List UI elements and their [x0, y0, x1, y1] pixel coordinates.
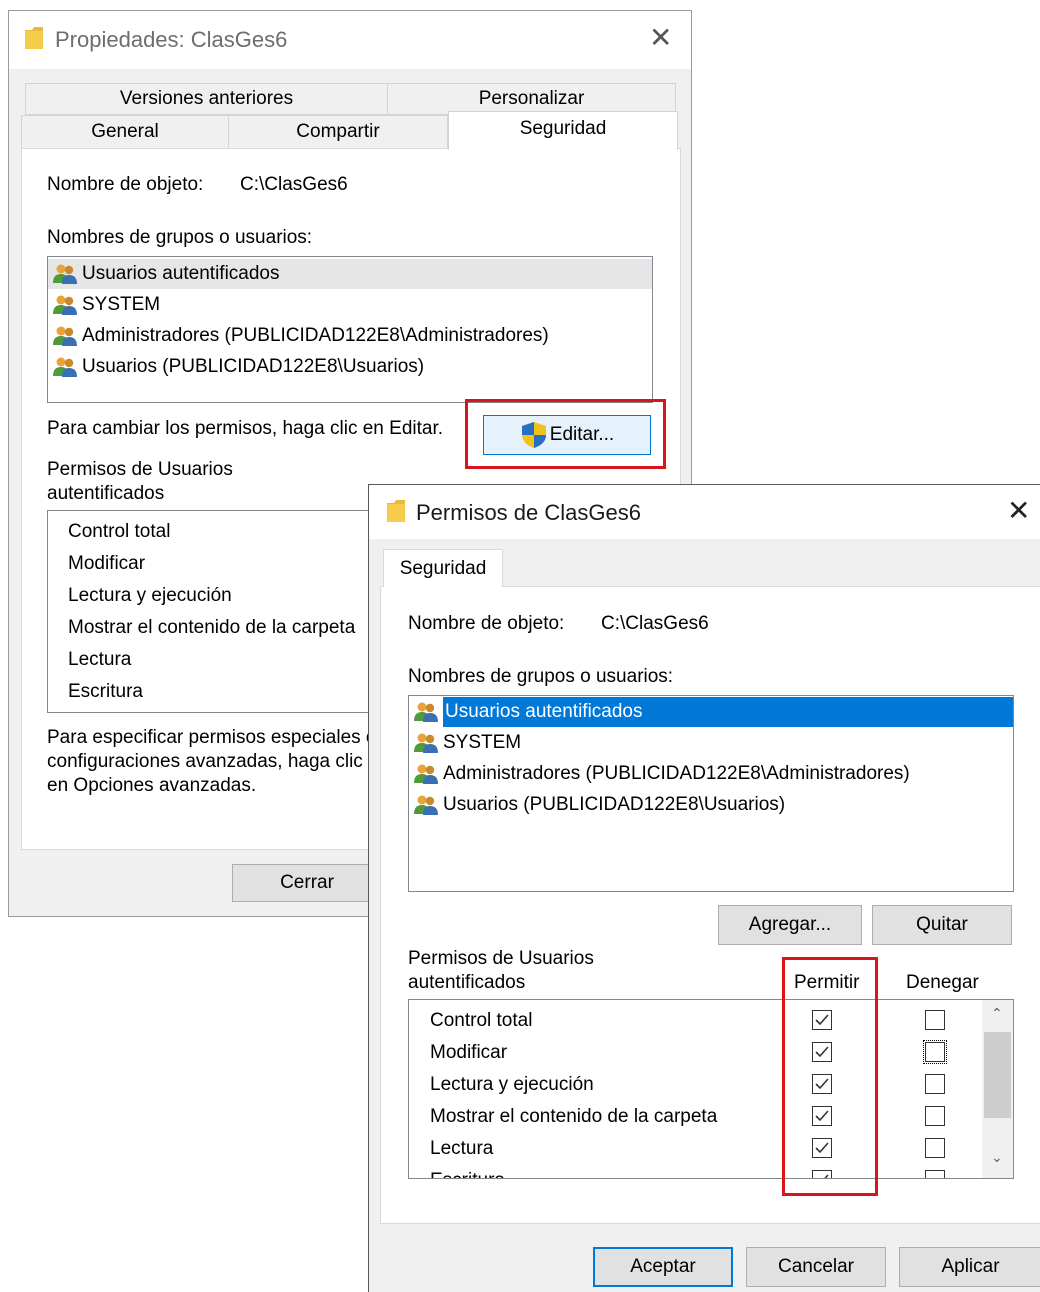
properties-titlebar: Propiedades: ClasGes6 ✕: [9, 11, 691, 69]
permissions-window: Permisos de ClasGes6 ✕ Seguridad Nombre …: [368, 484, 1040, 1292]
list-item[interactable]: SYSTEM: [52, 290, 652, 320]
deny-checkbox[interactable]: [925, 1170, 945, 1178]
ok-button[interactable]: Aceptar: [593, 1247, 733, 1287]
list-item[interactable]: SYSTEM: [413, 728, 1013, 758]
object-name-label: Nombre de objeto:: [47, 174, 204, 195]
permissions-label-line1: Permisos de Usuarios: [47, 459, 233, 480]
users-icon: [414, 702, 438, 722]
deny-checkbox[interactable]: [925, 1106, 945, 1126]
cancel-button[interactable]: Cancelar: [746, 1247, 886, 1287]
object-name-label: Nombre de objeto:: [408, 613, 565, 634]
users-icon: [414, 795, 438, 815]
scroll-thumb[interactable]: [984, 1032, 1011, 1118]
close-icon[interactable]: ✕: [1007, 497, 1030, 525]
permission-mostrar-contenido: Mostrar el contenido de la carpeta: [430, 1106, 718, 1127]
permission-lectura-ejecucion: Lectura y ejecución: [430, 1074, 594, 1095]
permissions-label-line2: autentificados: [47, 483, 165, 504]
permissions-label-line2: autentificados: [408, 972, 526, 993]
scroll-up-icon[interactable]: ⌃: [991, 1006, 1003, 1022]
window-title: Propiedades: ClasGes6: [55, 27, 288, 52]
list-item[interactable]: Usuarios autentificados: [48, 259, 652, 289]
tab-versiones-anteriores[interactable]: Versiones anteriores: [25, 83, 388, 115]
permissions-scrollbar[interactable]: ⌃ ⌄: [982, 1000, 1013, 1178]
object-name-value: C:\ClasGes6: [240, 174, 348, 195]
permission-lectura: Lectura: [68, 649, 132, 670]
list-item-selected[interactable]: Usuarios autentificados: [413, 697, 1013, 727]
tab-seguridad[interactable]: Seguridad: [383, 549, 503, 587]
users-icon: [53, 264, 77, 284]
users-icon: [53, 295, 77, 315]
list-item[interactable]: Administradores (PUBLICIDAD122E8\Adminis…: [52, 321, 652, 351]
special-perms-line1: Para especificar permisos especiales o: [47, 727, 377, 748]
tab-general[interactable]: General: [21, 115, 229, 149]
close-button[interactable]: Cerrar: [232, 864, 382, 902]
users-icon: [53, 357, 77, 377]
users-icon: [414, 733, 438, 753]
folder-icon: [25, 27, 43, 49]
users-list[interactable]: Usuarios autentificados SYSTEM Administr…: [408, 695, 1014, 892]
change-permissions-hint: Para cambiar los permisos, haga clic en …: [47, 418, 444, 439]
permission-escritura: Escritura: [430, 1170, 505, 1178]
permissions-label-line1: Permisos de Usuarios: [408, 948, 594, 969]
list-item[interactable]: Usuarios (PUBLICIDAD122E8\Usuarios): [413, 790, 1013, 820]
permission-modificar: Modificar: [430, 1042, 508, 1063]
special-perms-line2: configuraciones avanzadas, haga clic: [47, 751, 363, 772]
users-icon: [53, 326, 77, 346]
list-item[interactable]: Administradores (PUBLICIDAD122E8\Adminis…: [413, 759, 1013, 789]
permission-modificar: Modificar: [68, 553, 146, 574]
permission-lectura-ejecucion: Lectura y ejecución: [68, 585, 232, 606]
add-button[interactable]: Agregar...: [718, 905, 862, 945]
edit-highlight: [465, 399, 666, 469]
remove-button[interactable]: Quitar: [872, 905, 1012, 945]
users-list[interactable]: Usuarios autentificados SYSTEM Administr…: [47, 256, 653, 403]
tab-seguridad[interactable]: Seguridad: [448, 111, 678, 150]
permission-mostrar-contenido: Mostrar el contenido de la carpeta: [68, 617, 356, 638]
deny-header: Denegar: [906, 972, 979, 993]
close-icon[interactable]: ✕: [649, 24, 672, 52]
permission-escritura: Escritura: [68, 681, 143, 702]
permissions-list[interactable]: Control total Modificar Lectura y ejecuc…: [408, 999, 1014, 1179]
object-name-value: C:\ClasGes6: [601, 613, 709, 634]
deny-checkbox[interactable]: [925, 1074, 945, 1094]
groups-label: Nombres de grupos o usuarios:: [47, 227, 313, 248]
tab-compartir[interactable]: Compartir: [228, 115, 448, 149]
folder-icon: [387, 500, 405, 522]
allow-highlight: [782, 957, 878, 1196]
permission-lectura: Lectura: [430, 1138, 494, 1159]
deny-checkbox[interactable]: [925, 1138, 945, 1158]
special-perms-line3: en Opciones avanzadas.: [47, 775, 257, 796]
deny-checkbox[interactable]: [923, 1040, 947, 1064]
apply-button[interactable]: Aplicar: [899, 1247, 1040, 1287]
users-icon: [414, 764, 438, 784]
permissions-titlebar: Permisos de ClasGes6 ✕: [369, 485, 1040, 539]
window-title: Permisos de ClasGes6: [416, 500, 641, 525]
deny-checkbox[interactable]: [925, 1010, 945, 1030]
scroll-down-icon[interactable]: ⌄: [991, 1150, 1003, 1166]
permission-control-total: Control total: [430, 1010, 533, 1031]
list-item[interactable]: Usuarios (PUBLICIDAD122E8\Usuarios): [52, 352, 652, 382]
permission-control-total: Control total: [68, 521, 171, 542]
groups-label: Nombres de grupos o usuarios:: [408, 666, 674, 687]
